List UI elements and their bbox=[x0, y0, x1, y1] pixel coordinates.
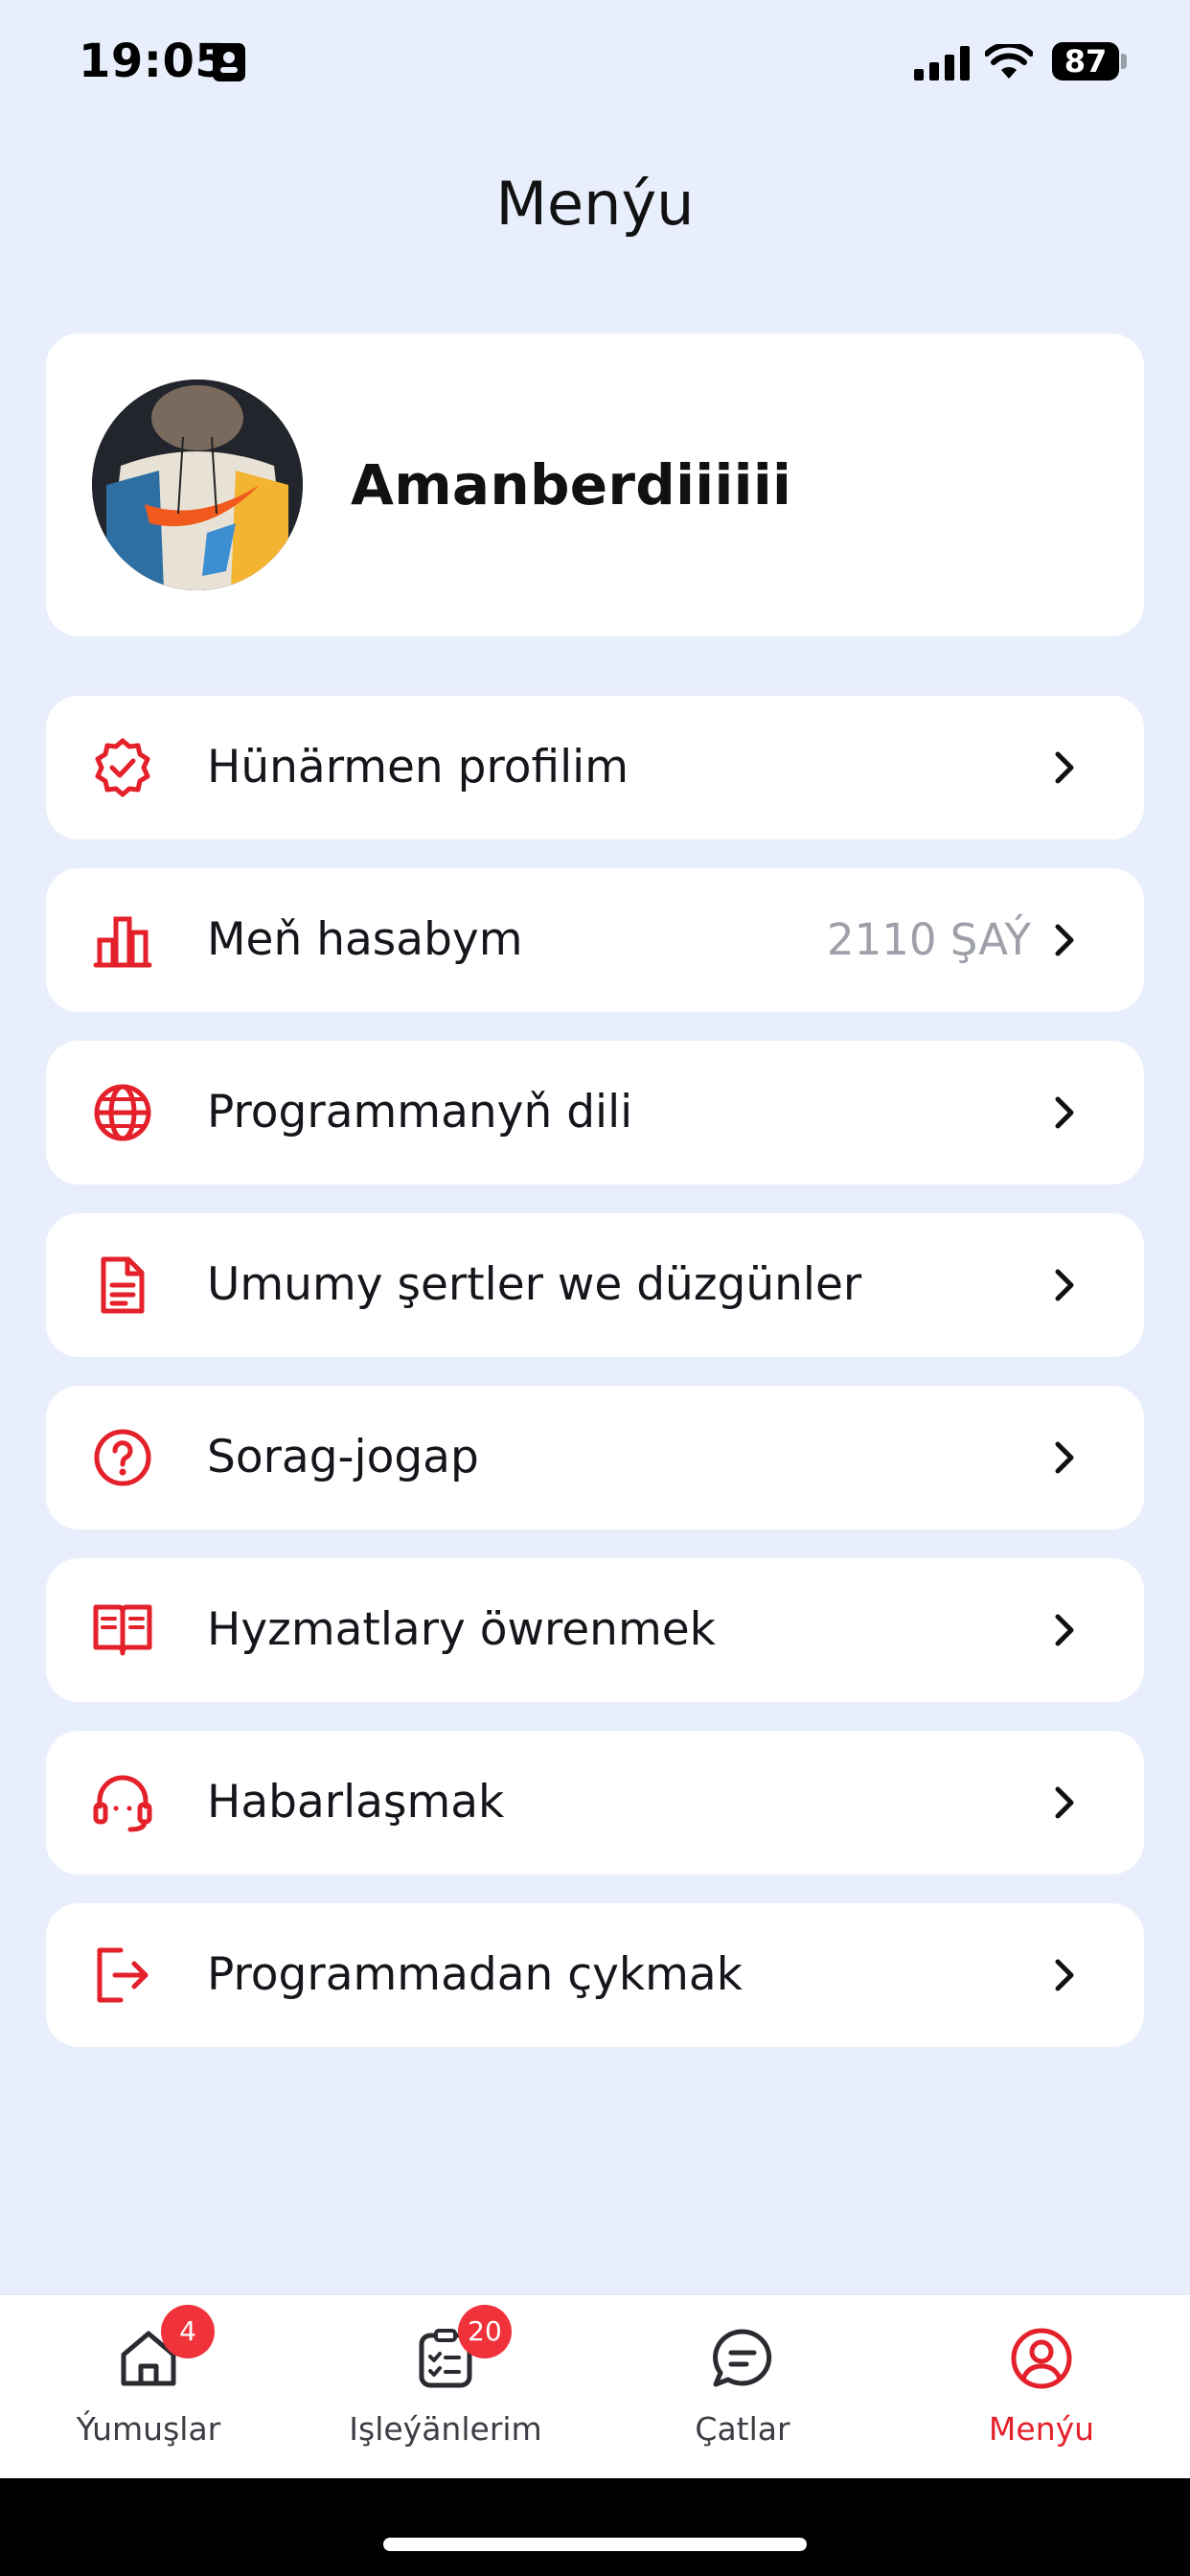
menu-item-faq[interactable]: Sorag-jogap bbox=[46, 1386, 1144, 1530]
chevron-right-icon bbox=[1055, 924, 1074, 956]
tab-badge: 4 bbox=[161, 2305, 215, 2358]
chevron-right-icon bbox=[1055, 1441, 1074, 1474]
menu-item-contact[interactable]: Habarlaşmak bbox=[46, 1731, 1144, 1874]
logout-icon bbox=[97, 1947, 149, 2003]
status-time: 19:05 bbox=[79, 34, 228, 88]
menu-item-logout[interactable]: Programmadan çykmak bbox=[46, 1903, 1144, 2047]
menu-item-terms[interactable]: Umumy şertler we düzgünler bbox=[46, 1213, 1144, 1357]
menu-item-label: Programmadan çykmak bbox=[207, 1948, 743, 2001]
menu-item-my-account[interactable]: Meň hasabym 2110 ŞAÝ bbox=[46, 868, 1144, 1012]
page-title: Menýu bbox=[495, 169, 695, 239]
battery-tip bbox=[1121, 54, 1127, 69]
question-circle-icon bbox=[94, 1429, 151, 1486]
tab-my-workers[interactable]: 20 Işleýänlerim bbox=[297, 2295, 594, 2479]
wifi-icon bbox=[985, 44, 1033, 79]
contact-card-icon bbox=[213, 43, 245, 81]
menu-item-label: Hyzmatlary öwrenmek bbox=[207, 1603, 716, 1656]
tab-menu[interactable]: Menýu bbox=[893, 2295, 1190, 2479]
verified-badge-icon bbox=[95, 738, 150, 797]
bar-chart-icon bbox=[93, 916, 152, 968]
menu-item-learn-services[interactable]: Hyzmatlary öwrenmek bbox=[46, 1558, 1144, 1702]
globe-icon bbox=[94, 1084, 151, 1141]
tab-label: Ýumuşlar bbox=[76, 2410, 221, 2448]
tab-chats[interactable]: Çatlar bbox=[594, 2295, 891, 2479]
home-indicator[interactable] bbox=[383, 2538, 807, 2551]
menu-item-label: Habarlaşmak bbox=[207, 1776, 505, 1828]
avatar-image bbox=[92, 380, 303, 590]
menu-item-label: Programmanyň dili bbox=[207, 1086, 633, 1138]
chevron-right-icon bbox=[1055, 1269, 1074, 1301]
menu-item-label: Umumy şertler we düzgünler bbox=[207, 1258, 862, 1311]
menu-item-label: Sorag-jogap bbox=[207, 1431, 479, 1484]
menu-item-label: Hünärmen profilim bbox=[207, 741, 629, 794]
profile-card[interactable]: Amanberdiiiiii bbox=[46, 334, 1144, 636]
menu-item-label: Meň hasabym bbox=[207, 913, 523, 966]
menu-item-specialist-profile[interactable]: Hünärmen profilim bbox=[46, 696, 1144, 840]
document-icon bbox=[101, 1256, 145, 1314]
chevron-right-icon bbox=[1055, 1786, 1074, 1819]
chat-icon bbox=[713, 2329, 772, 2387]
headset-icon bbox=[93, 1775, 152, 1832]
chevron-right-icon bbox=[1055, 1096, 1074, 1129]
home-indicator-area bbox=[0, 2478, 1190, 2576]
tab-bar: 4 Ýumuşlar 20 Işleýänlerim Çatlar Menýu bbox=[0, 2294, 1190, 2479]
tab-badge: 20 bbox=[458, 2305, 512, 2358]
chevron-right-icon bbox=[1055, 1959, 1074, 1991]
chevron-right-icon bbox=[1055, 751, 1074, 784]
account-balance: 2110 ŞAÝ bbox=[826, 914, 1031, 965]
tab-label: Çatlar bbox=[695, 2410, 790, 2448]
avatar bbox=[92, 380, 303, 590]
menu-list: Hünärmen profilim Meň hasabym 2110 ŞAÝ P… bbox=[46, 696, 1144, 2076]
tab-label: Işleýänlerim bbox=[349, 2410, 542, 2448]
menu-item-app-language[interactable]: Programmanyň dili bbox=[46, 1041, 1144, 1184]
cellular-signal-icon bbox=[914, 46, 970, 80]
status-bar: 19:05 87 bbox=[0, 0, 1190, 134]
open-book-icon bbox=[93, 1604, 152, 1656]
tab-label: Menýu bbox=[988, 2410, 1095, 2448]
user-circle-icon bbox=[1011, 2328, 1072, 2389]
battery-indicator: 87 bbox=[1052, 42, 1119, 80]
profile-name: Amanberdiiiiii bbox=[351, 452, 792, 518]
chevron-right-icon bbox=[1055, 1614, 1074, 1646]
tab-tasks[interactable]: 4 Ýumuşlar bbox=[0, 2295, 297, 2479]
